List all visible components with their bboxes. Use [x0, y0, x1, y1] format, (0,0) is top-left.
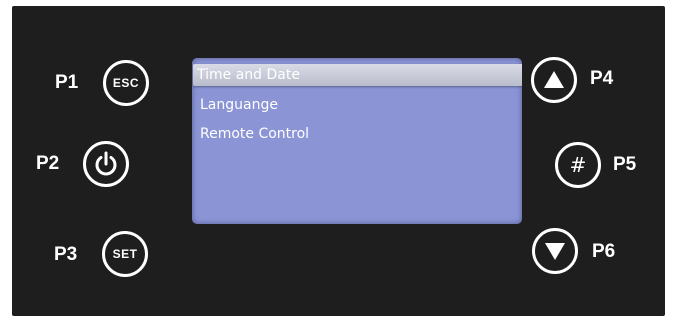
lcd-display: Time and Date Languange Remote Control [192, 58, 522, 224]
control-panel: Time and Date Languange Remote Control P… [0, 0, 678, 322]
power-button[interactable] [83, 141, 129, 187]
p3-label: P3 [54, 244, 78, 265]
up-button[interactable] [531, 57, 577, 103]
menu-item-time-and-date[interactable]: Time and Date [193, 64, 522, 86]
p6-label: P6 [592, 241, 616, 262]
menu-item-remote-control[interactable]: Remote Control [196, 123, 309, 145]
p1-label: P1 [55, 72, 79, 93]
p5-label: P5 [613, 154, 637, 175]
hash-button[interactable]: # [555, 142, 601, 188]
down-button[interactable] [532, 228, 578, 274]
menu-item-language[interactable]: Languange [196, 94, 278, 116]
hash-button-label: # [569, 153, 587, 177]
power-icon [95, 151, 117, 176]
panel-frame: Time and Date Languange Remote Control P… [12, 6, 665, 316]
set-button[interactable]: SET [102, 231, 148, 277]
esc-button[interactable]: ESC [103, 60, 149, 106]
arrow-down-icon [545, 243, 565, 260]
arrow-up-icon [544, 71, 564, 88]
p4-label: P4 [590, 68, 614, 89]
set-button-label: SET [112, 247, 138, 261]
p2-label: P2 [36, 153, 60, 174]
esc-button-label: ESC [112, 76, 140, 90]
